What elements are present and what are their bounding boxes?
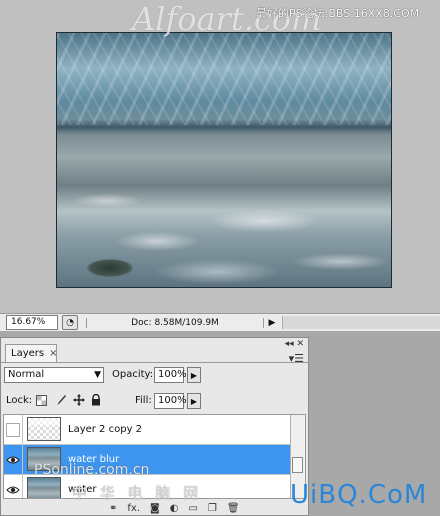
close-icon[interactable]: × [49, 348, 57, 359]
lock-label: Lock: [6, 395, 33, 406]
triangle-right-icon: ▶ [268, 317, 276, 328]
tab-layers-label: Layers [11, 348, 45, 359]
blend-row: Normal ▼ Opacity: 100% ▶ [1, 366, 308, 386]
mask-icon[interactable]: ◙ [150, 503, 160, 514]
blend-mode-select[interactable]: Normal ▼ [4, 367, 104, 383]
horizontal-scrollbar[interactable] [282, 316, 440, 329]
visibility-off-box [6, 422, 20, 437]
visibility-toggle[interactable] [4, 415, 23, 444]
document-image[interactable] [56, 32, 392, 288]
opacity-field[interactable]: 100% [154, 367, 187, 383]
group-icon[interactable]: ▭ [188, 503, 197, 514]
tab-layers[interactable]: Layers × [5, 344, 57, 362]
adjustment-icon[interactable]: ◐ [170, 503, 179, 514]
blend-mode-value: Normal [8, 369, 45, 380]
triangle-right-icon: ▶ [190, 370, 198, 380]
link-icon[interactable]: ⚭ [109, 503, 117, 514]
lock-row: Lock: Fill: 100% ▶ [1, 391, 308, 411]
lock-brush-icon[interactable] [54, 393, 68, 407]
chevron-down-icon: ▼ [94, 370, 101, 380]
panel-footer: ⚭ fx. ◙ ◐ ▭ ❐ 🗑 [1, 501, 308, 515]
watermark-psonline: PSonline.com.cn [34, 462, 150, 478]
water-surface-texture [57, 33, 391, 125]
document-canvas-area[interactable]: Alfoart.com 最好的PS论坛:BBS.16XX8.COM [0, 0, 440, 313]
lock-all-icon[interactable] [89, 393, 103, 407]
doc-size-info: Doc: 8.58M/109.9M [86, 317, 264, 328]
visibility-toggle[interactable] [4, 475, 23, 498]
watermark-uibq: UiBQ.CoM [290, 480, 428, 510]
scrollbar-thumb[interactable] [292, 457, 303, 473]
layer-thumbnail [27, 477, 61, 498]
status-menu-arrow[interactable]: ▶ [266, 316, 278, 329]
navigator-button[interactable]: ◔ [62, 315, 78, 330]
fx-icon[interactable]: fx. [127, 503, 140, 514]
visibility-toggle[interactable] [4, 445, 23, 474]
opacity-label: Opacity: [112, 369, 154, 380]
eye-icon [6, 456, 20, 463]
layer-row[interactable]: Layer 2 copy 2 [4, 415, 291, 445]
lock-move-icon[interactable] [72, 393, 86, 407]
opacity-slider-button[interactable]: ▶ [187, 367, 201, 383]
eye-icon [6, 486, 20, 493]
fill-field[interactable]: 100% [154, 393, 187, 409]
layer-thumbnail [27, 417, 61, 441]
panel-tab-strip: Layers × ▾☰ [1, 342, 308, 365]
trash-icon[interactable]: 🗑 [227, 503, 240, 514]
triangle-right-icon: ▶ [190, 396, 198, 406]
rock-detail [87, 259, 133, 277]
watermark-chinese: 中 华 电 脑 网 [72, 484, 203, 502]
status-bar: 16.67% ◔ Doc: 8.58M/109.9M ▶ [0, 313, 440, 332]
zoom-field[interactable]: 16.67% [6, 315, 58, 330]
navigator-icon: ◔ [66, 317, 74, 328]
fill-slider-button[interactable]: ▶ [187, 393, 201, 409]
new-layer-icon[interactable]: ❐ [208, 503, 217, 514]
layer-name: Layer 2 copy 2 [68, 424, 143, 435]
panel-menu-icon[interactable]: ▾☰ [289, 352, 304, 365]
watermark-forum: 最好的PS论坛:BBS.16XX8.COM [256, 7, 420, 20]
fill-label: Fill: [135, 395, 152, 406]
lock-transparency-icon[interactable] [34, 393, 48, 407]
